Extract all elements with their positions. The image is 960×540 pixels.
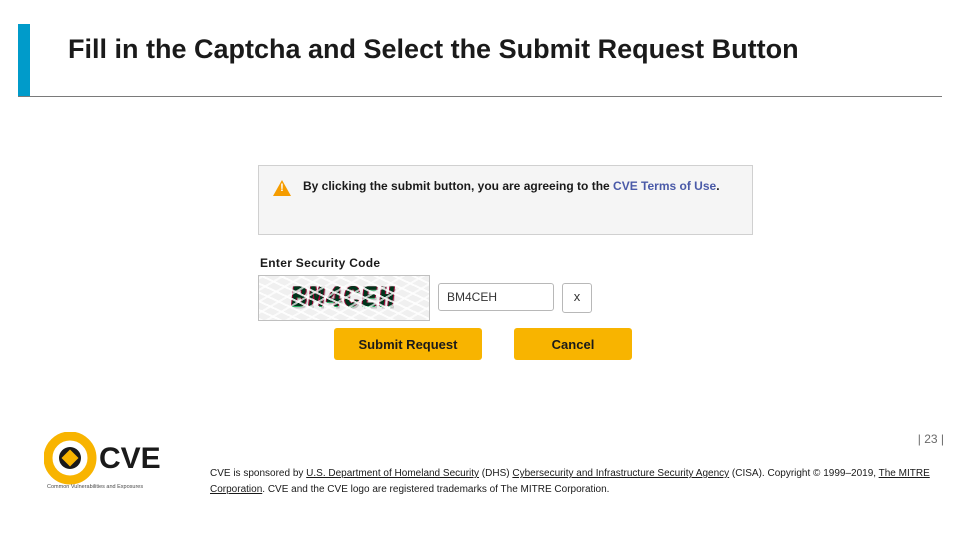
slide-title: Fill in the Captcha and Select the Submi…	[68, 34, 799, 65]
footer-t3: (CISA). Copyright © 1999–2019,	[729, 468, 879, 479]
slide-accent-bar	[18, 24, 30, 96]
terms-text: By clicking the submit button, you are a…	[303, 178, 720, 195]
captcha-clear-button[interactable]: x	[562, 283, 592, 313]
footer-link-dhs[interactable]: U.S. Department of Homeland Security	[306, 468, 479, 479]
footer-t4: . CVE and the CVE logo are registered tr…	[262, 484, 609, 495]
footer-text: CVE is sponsored by U.S. Department of H…	[210, 466, 942, 497]
footer-t1: CVE is sponsored by	[210, 468, 306, 479]
captcha-distortion	[259, 276, 429, 320]
page-number: | 23 |	[918, 432, 944, 446]
cve-logo: CVE Common Vulnerabilities and Exposures	[44, 432, 174, 492]
logo-tagline: Common Vulnerabilities and Exposures	[47, 484, 143, 490]
cancel-button[interactable]: Cancel	[514, 328, 632, 360]
title-rule	[18, 96, 942, 97]
svg-text:CVE: CVE	[99, 442, 161, 475]
terms-panel: By clicking the submit button, you are a…	[258, 165, 753, 235]
warning-icon	[273, 180, 291, 196]
captcha-input[interactable]	[438, 283, 554, 311]
footer-link-cisa[interactable]: Cybersecurity and Infrastructure Securit…	[512, 468, 729, 479]
captcha-label: Enter Security Code	[260, 256, 380, 270]
terms-pre: By clicking the submit button, you are a…	[303, 179, 613, 193]
footer-t2: (DHS)	[479, 468, 512, 479]
captcha-image: BM4CEH	[258, 275, 430, 321]
terms-post: .	[716, 179, 719, 193]
submit-request-button[interactable]: Submit Request	[334, 328, 482, 360]
terms-link[interactable]: CVE Terms of Use	[613, 179, 716, 193]
